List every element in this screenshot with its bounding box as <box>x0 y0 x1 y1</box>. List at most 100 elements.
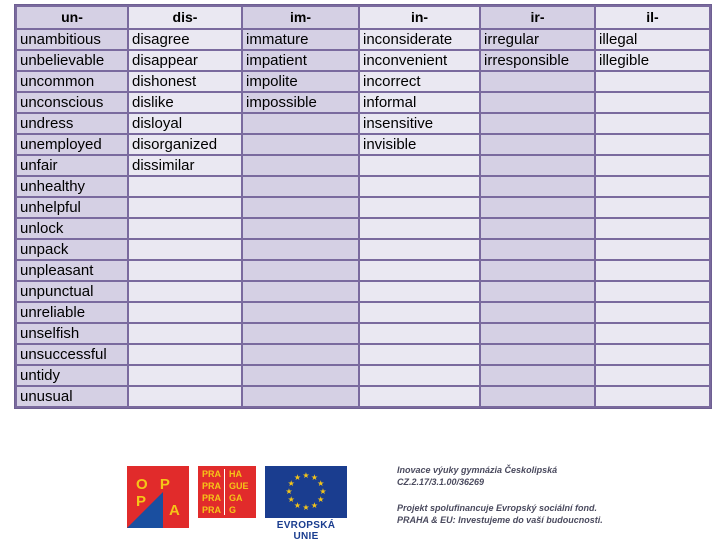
table-cell <box>129 387 241 406</box>
table-cell <box>596 135 709 154</box>
table-cell: illegible <box>596 51 709 70</box>
table-row: undress disloyal insensitive <box>17 114 709 133</box>
table-cell: disorganized <box>129 135 241 154</box>
eu-star-icon: ★ <box>293 473 302 483</box>
table-row: unhelpful <box>17 198 709 217</box>
table-cell <box>596 345 709 364</box>
column-header-il: il- <box>596 7 709 28</box>
table-cell <box>243 177 358 196</box>
table-cell <box>129 282 241 301</box>
table-cell <box>596 93 709 112</box>
table-cell <box>481 93 594 112</box>
praha-left-line: PRA <box>202 505 222 515</box>
table-cell <box>360 177 479 196</box>
opp-logo-line1: O P P <box>136 476 174 510</box>
praha-logo-right-column: HA GUE GA G <box>225 469 256 515</box>
table-cell: unpunctual <box>17 282 127 301</box>
table-cell <box>596 156 709 175</box>
table-cell <box>243 366 358 385</box>
table-row: uncommon dishonest impolite incorrect <box>17 72 709 91</box>
table-cell <box>360 366 479 385</box>
column-header-dis: dis- <box>129 7 241 28</box>
table-cell: illegal <box>596 30 709 49</box>
table-cell <box>481 303 594 322</box>
table-row: unusual <box>17 387 709 406</box>
eu-star-icon: ★ <box>302 471 310 480</box>
table-cell: dislike <box>129 93 241 112</box>
column-header-ir: ir- <box>481 7 594 28</box>
table-row: unsuccessful <box>17 345 709 364</box>
table-cell: unambitious <box>17 30 127 49</box>
table-cell <box>129 198 241 217</box>
table-cell <box>481 324 594 343</box>
table-cell: untidy <box>17 366 127 385</box>
eu-flag-icon: ★ ★ ★ ★ ★ ★ ★ ★ ★ ★ ★ ★ <box>265 466 347 518</box>
table-cell: unemployed <box>17 135 127 154</box>
logo-strip: O P P A PRA PRA PRA PRA HA GUE GA G ★ ★ ★ ★ ★ ★ ★ ★ ★ ★… <box>127 466 351 542</box>
opp-logo: O P P A <box>127 466 189 528</box>
table-cell: unsuccessful <box>17 345 127 364</box>
table-cell: unreliable <box>17 303 127 322</box>
table-cell: unselfish <box>17 324 127 343</box>
table-cell <box>360 387 479 406</box>
praha-logo-left-column: PRA PRA PRA PRA <box>198 469 225 515</box>
table-cell <box>243 282 358 301</box>
table-cell <box>596 72 709 91</box>
table-cell: inconvenient <box>360 51 479 70</box>
project-line1: Inovace výuky gymnázia Českolipská <box>397 465 558 475</box>
table-row: unambitious disagree immature inconsiderate… <box>17 30 709 49</box>
table-cell: unfair <box>17 156 127 175</box>
table-cell <box>129 177 241 196</box>
table-cell: unpleasant <box>17 261 127 280</box>
eu-logo: ★ ★ ★ ★ ★ ★ ★ ★ ★ ★ ★ ★ EVROPSKÁ UNIE <box>265 466 351 542</box>
table-cell: impossible <box>243 93 358 112</box>
table-cell <box>243 387 358 406</box>
table-cell: impolite <box>243 72 358 91</box>
table-row: unbelievable disappear impatient inconvenie… <box>17 51 709 70</box>
table-cell: uncommon <box>17 72 127 91</box>
table-cell <box>596 177 709 196</box>
eu-logo-caption: EVROPSKÁ UNIE <box>276 520 336 542</box>
praha-left-line: PRA <box>202 493 222 503</box>
table-cell: dishonest <box>129 72 241 91</box>
table-cell <box>596 366 709 385</box>
table-cell <box>481 366 594 385</box>
table-cell <box>481 114 594 133</box>
table-row: unhealthy <box>17 177 709 196</box>
table-cell <box>129 303 241 322</box>
eu-star-icon: ★ <box>310 500 319 510</box>
table-cell <box>243 261 358 280</box>
praha-right-line: G <box>229 505 237 515</box>
table-row: unlock <box>17 219 709 238</box>
project-funding-block: Projekt spolufinancuje Evropský sociální… <box>397 502 603 526</box>
eu-star-icon: ★ <box>287 495 295 504</box>
footer-banner: O P P A PRA PRA PRA PRA HA GUE GA G ★ ★ ★ ★ ★ ★ ★ ★ ★ ★… <box>0 448 720 542</box>
table-cell: irregular <box>481 30 594 49</box>
table-row: unconscious dislike impossible informal <box>17 93 709 112</box>
table-cell <box>129 240 241 259</box>
table-cell <box>481 387 594 406</box>
table-cell: impatient <box>243 51 358 70</box>
table-cell <box>360 303 479 322</box>
table-cell <box>243 114 358 133</box>
prefix-words-table: un-dis-im-in-ir-il- unambitious disagree i… <box>14 4 712 409</box>
table-cell <box>243 135 358 154</box>
praha-right-line: GUE <box>229 481 249 491</box>
table-cell: unpack <box>17 240 127 259</box>
table-row: unemployed disorganized invisible <box>17 135 709 154</box>
table-cell: insensitive <box>360 114 479 133</box>
table-cell <box>596 240 709 259</box>
eu-star-icon: ★ <box>285 487 293 496</box>
table-cell <box>129 366 241 385</box>
table-cell <box>243 219 358 238</box>
table-cell <box>243 156 358 175</box>
table-cell <box>481 261 594 280</box>
table-row: unselfish <box>17 324 709 343</box>
table-row: unreliable <box>17 303 709 322</box>
table-cell <box>360 261 479 280</box>
table-cell <box>243 198 358 217</box>
table-cell: invisible <box>360 135 479 154</box>
table-cell <box>596 303 709 322</box>
table-cell <box>481 177 594 196</box>
table-cell <box>481 240 594 259</box>
